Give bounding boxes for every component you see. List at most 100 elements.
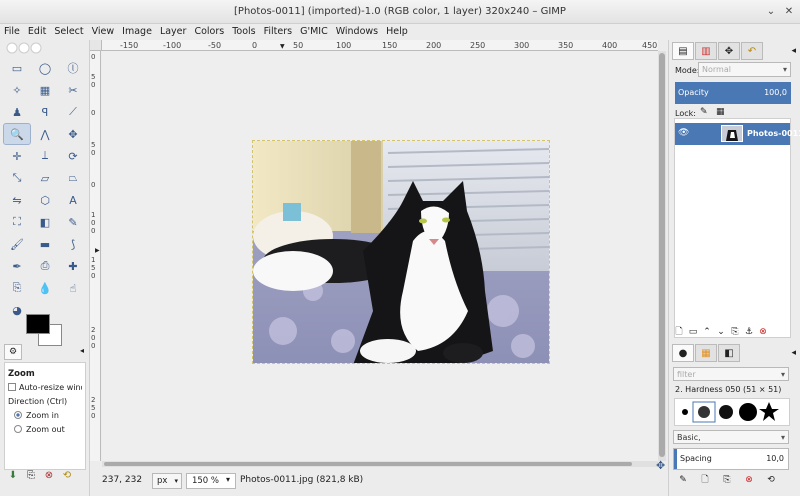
tab-channels[interactable]: ▥ — [695, 42, 717, 60]
zoom-out-radio[interactable] — [14, 425, 22, 433]
close-window-button[interactable]: ✕ — [782, 5, 796, 19]
foreground-color-swatch[interactable] — [26, 314, 50, 334]
brush-filter-input[interactable]: filter ▾ — [673, 367, 789, 381]
menu-image[interactable]: Image — [118, 24, 156, 37]
lock-alpha-icon[interactable]: ▦ — [716, 107, 725, 117]
zoom-icon[interactable]: 🔍 — [3, 123, 31, 145]
ruler-corner[interactable] — [90, 40, 102, 51]
menu-select[interactable]: Select — [50, 24, 87, 37]
edit-brush-icon[interactable]: ✎ — [672, 475, 694, 485]
perspective-clone-icon[interactable]: ⎘ — [4, 278, 30, 298]
tab-paths[interactable]: ✥ — [718, 42, 740, 60]
free-select-icon[interactable]: ⓛ — [60, 58, 86, 78]
mode-select[interactable]: Normal ▾ — [698, 62, 791, 77]
fuzzy-select-icon[interactable]: ✧ — [4, 80, 30, 100]
menu-layer[interactable]: Layer — [156, 24, 191, 37]
perspective-icon[interactable]: ⏢ — [60, 168, 86, 188]
vertical-ruler[interactable]: 0 5 0 0 5 0 0 1 0 0 1 5 0 2 0 0 2 5 0 ▶ — [90, 51, 101, 461]
text-icon[interactable]: A — [60, 190, 86, 210]
restore-options-icon[interactable]: ⎘ — [22, 470, 40, 481]
tab-brushes[interactable]: ● — [672, 344, 694, 362]
spacing-slider[interactable]: Spacing 10,0 — [673, 448, 789, 470]
canvas-image[interactable] — [252, 140, 550, 364]
zoom-in-radio[interactable] — [14, 411, 22, 419]
menu-gmic[interactable]: G'MIC — [296, 24, 332, 37]
delete-brush-icon[interactable]: ⊗ — [738, 475, 760, 485]
menu-tools[interactable]: Tools — [228, 24, 259, 37]
reset-options-icon[interactable]: ⟲ — [58, 470, 76, 481]
menu-help[interactable]: Help — [382, 24, 412, 37]
menu-windows[interactable]: Windows — [332, 24, 382, 37]
minimize-button[interactable]: ⌄ — [764, 5, 778, 19]
chevron-down-icon[interactable]: ▾ — [226, 475, 230, 484]
paintbrush-icon[interactable]: 🖌 — [4, 234, 30, 254]
menu-filters[interactable]: Filters — [260, 24, 296, 37]
new-group-icon[interactable]: ▭ — [686, 327, 700, 337]
rotate-icon[interactable]: ⟳ — [60, 146, 86, 166]
foreground-select-icon[interactable]: ♟ — [4, 102, 30, 122]
opacity-slider[interactable]: Opacity 100,0 — [675, 82, 791, 104]
select-by-color-icon[interactable]: ▦ — [32, 80, 58, 100]
tool-options-tab-icon[interactable]: ⚙ — [4, 344, 22, 360]
tab-patterns[interactable]: ▦ — [695, 344, 717, 362]
scissors-icon[interactable]: ✂ — [60, 80, 86, 100]
delete-options-icon[interactable]: ⊗ — [40, 470, 58, 481]
new-layer-icon[interactable]: 🗋 — [672, 324, 686, 340]
ink-icon[interactable]: ✒ — [4, 256, 30, 276]
image-viewport[interactable] — [102, 51, 658, 461]
blur-icon[interactable]: 💧 — [32, 278, 58, 298]
duplicate-layer-icon[interactable]: ⎘ — [728, 327, 742, 337]
menu-view[interactable]: View — [88, 24, 119, 37]
auto-resize-option[interactable]: Auto-resize window — [8, 381, 82, 395]
color-picker-icon[interactable]: ⟋ — [60, 102, 86, 122]
menu-edit[interactable]: Edit — [24, 24, 50, 37]
move-icon[interactable]: ✥ — [60, 124, 86, 144]
align-icon[interactable]: ✛ — [4, 146, 30, 166]
layer-row[interactable]: 👁 Photos-0011 — [675, 123, 800, 145]
horizontal-scroll-thumb[interactable] — [104, 462, 632, 466]
vertical-scroll-thumb[interactable] — [659, 53, 665, 457]
panel-menu-icon[interactable]: ◂ — [80, 346, 84, 355]
pencil-icon[interactable]: ✎ — [60, 212, 86, 232]
flip-icon[interactable]: ⇋ — [4, 190, 30, 210]
duplicate-brush-icon[interactable]: ⎘ — [716, 475, 738, 485]
brush-grid[interactable] — [674, 398, 790, 426]
new-brush-icon[interactable]: 🗋 — [694, 472, 716, 488]
menu-colors[interactable]: Colors — [190, 24, 228, 37]
anchor-layer-icon[interactable]: ⚓ — [742, 327, 756, 337]
ellipse-select-icon[interactable]: ◯ — [32, 58, 58, 78]
vertical-scrollbar[interactable] — [658, 51, 666, 461]
cage-icon[interactable]: ⬡ — [32, 190, 58, 210]
raise-layer-icon[interactable]: ⌃ — [700, 327, 714, 337]
lock-pixels-icon[interactable]: ✎ — [700, 107, 708, 117]
heal-icon[interactable]: ✚ — [60, 256, 86, 276]
brush-preset-select[interactable]: Basic, ▾ — [673, 430, 789, 444]
paths-icon[interactable]: ꟼ — [32, 102, 58, 122]
lower-layer-icon[interactable]: ⌄ — [714, 327, 728, 337]
rect-select-icon[interactable]: ▭ — [4, 58, 30, 78]
tab-undo[interactable]: ↶ — [741, 42, 763, 60]
horizontal-ruler[interactable]: -150 -100 -50 0 50 100 150 200 250 300 3… — [102, 40, 658, 51]
crop-icon[interactable]: ⟘ — [32, 146, 58, 166]
save-options-icon[interactable]: ⬇ — [4, 470, 22, 481]
scale-icon[interactable]: ⤡ — [4, 168, 30, 188]
refresh-brushes-icon[interactable]: ⟲ — [760, 475, 782, 485]
measure-icon[interactable]: ⋀ — [32, 124, 58, 144]
bucket-fill-icon[interactable]: ⛶ — [4, 212, 30, 232]
zoom-out-option[interactable]: Zoom out — [8, 423, 82, 437]
unit-select[interactable]: px ▾ — [152, 473, 182, 489]
horizontal-scrollbar[interactable] — [102, 461, 658, 467]
blend-icon[interactable]: ◧ — [32, 212, 58, 232]
auto-resize-checkbox[interactable] — [8, 383, 16, 391]
eye-icon[interactable]: 👁 — [678, 128, 689, 138]
eraser-icon[interactable]: ▬ — [32, 234, 58, 254]
smudge-icon[interactable]: ☝ — [60, 278, 86, 298]
tab-layers[interactable]: ▤ — [672, 42, 694, 60]
airbrush-icon[interactable]: ⟆ — [60, 234, 86, 254]
menu-file[interactable]: File — [0, 24, 24, 37]
delete-layer-icon[interactable]: ⊗ — [756, 327, 770, 337]
panel-menu-icon[interactable]: ◂ — [791, 46, 796, 56]
clone-icon[interactable]: ⎙ — [32, 256, 58, 276]
zoom-in-option[interactable]: Zoom in — [8, 409, 82, 423]
tab-gradients[interactable]: ◧ — [718, 344, 740, 362]
